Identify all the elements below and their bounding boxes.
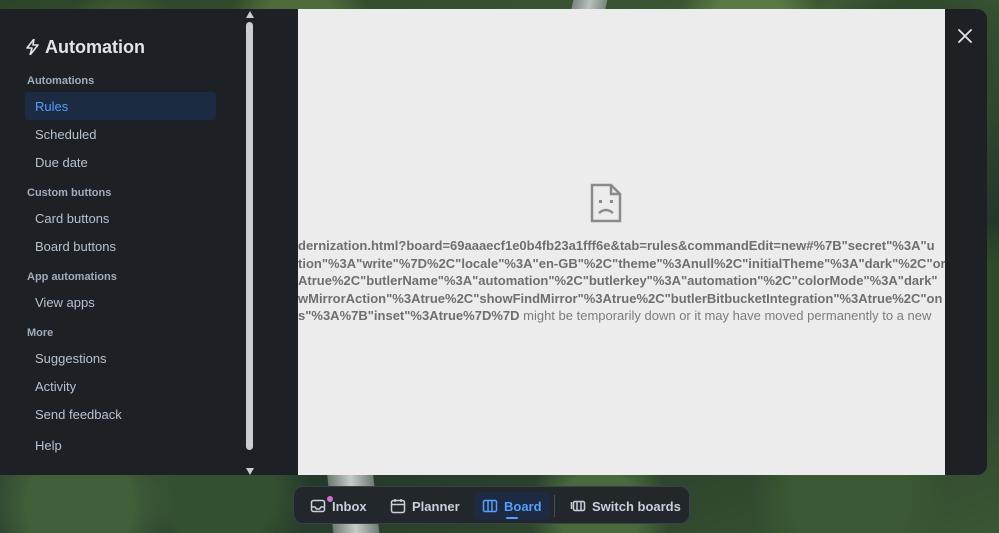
sidebar-item-send-feedback[interactable]: Send feedback (25, 400, 216, 428)
sidebar-item-board-buttons[interactable]: Board buttons (25, 232, 216, 260)
section-automations: Automations (27, 75, 95, 87)
sidebar-item-activity[interactable]: Activity (25, 372, 216, 400)
close-button[interactable] (952, 23, 978, 49)
nav-board-label: Board (504, 498, 542, 514)
notification-dot (327, 496, 333, 502)
section-more: More (27, 327, 54, 339)
sidebar-title: Automation (26, 35, 145, 59)
sidebar-item-due-date[interactable]: Due date (25, 148, 216, 176)
error-line: s"%3A%7B"inset"%3Atrue%7D%7D might be te… (298, 307, 945, 325)
error-line: tion"%3A"write"%7D%2C"locale"%3A"en-GB"%… (298, 255, 945, 273)
sidebar-item-rules[interactable]: Rules (25, 92, 216, 120)
error-message: dernization.html?board=69aaaecf1e0b4fb23… (298, 237, 945, 325)
nav-planner-label: Planner (412, 498, 460, 514)
nav-inbox-label: Inbox (332, 498, 367, 514)
scroll-up-arrow-icon[interactable] (246, 11, 254, 18)
bottom-navigation-bar: Inbox Planner Board Switch boards (293, 486, 690, 524)
nav-board[interactable]: Board (474, 492, 550, 520)
scroll-down-arrow-icon[interactable] (246, 468, 254, 475)
error-line: dernization.html?board=69aaaecf1e0b4fb23… (298, 237, 945, 255)
sidebar-item-scheduled[interactable]: Scheduled (25, 120, 216, 148)
error-line: wMirrorAction"%3Atrue%2C"showFindMirror"… (298, 290, 945, 308)
error-line: Atrue%2C"butlerName"%3A"automation"%2C"b… (298, 272, 945, 290)
error-url: dernization.html?board=69aaaecf1e0b4fb23… (298, 238, 935, 253)
error-url: wMirrorAction"%3Atrue%2C"showFindMirror"… (298, 290, 943, 306)
sidebar-scrollbar[interactable] (244, 9, 256, 475)
sad-page-icon (590, 183, 622, 223)
section-app-automations: App automations (27, 271, 117, 283)
nav-divider (554, 495, 555, 517)
error-page-frame: dernization.html?board=69aaaecf1e0b4fb23… (298, 9, 945, 475)
automation-sidebar: Automation Automations Rules Scheduled D… (0, 9, 244, 475)
close-icon[interactable] (958, 29, 972, 43)
lightning-icon (26, 39, 39, 55)
error-url: s"%3A%7B"inset"%3Atrue%7D%7D (298, 308, 520, 323)
switch-boards-icon (570, 500, 586, 512)
error-description: might be temporarily down or it may have… (519, 308, 932, 323)
board-icon (482, 499, 498, 513)
sidebar-item-view-apps[interactable]: View apps (25, 288, 216, 316)
calendar-icon (390, 499, 406, 514)
error-url: tion"%3A"write"%7D%2C"locale"%3A"en-GB"%… (298, 255, 945, 271)
automation-modal: Automation Automations Rules Scheduled D… (0, 9, 987, 475)
section-custom-buttons: Custom buttons (27, 187, 112, 199)
sidebar-item-suggestions[interactable]: Suggestions (25, 344, 216, 372)
nav-planner[interactable]: Planner (382, 492, 468, 520)
sidebar-item-card-buttons[interactable]: Card buttons (25, 204, 216, 232)
inbox-icon (310, 499, 326, 513)
nav-switch-boards-label: Switch boards (592, 498, 681, 514)
nav-switch-boards[interactable]: Switch boards (562, 492, 689, 520)
nav-inbox[interactable]: Inbox (302, 492, 375, 520)
scrollbar-thumb[interactable] (246, 22, 253, 450)
sidebar-item-help[interactable]: Help (25, 431, 216, 459)
sidebar-title-text: Automation (45, 36, 145, 57)
error-url: Atrue%2C"butlerName"%3A"automation"%2C"b… (298, 273, 938, 288)
